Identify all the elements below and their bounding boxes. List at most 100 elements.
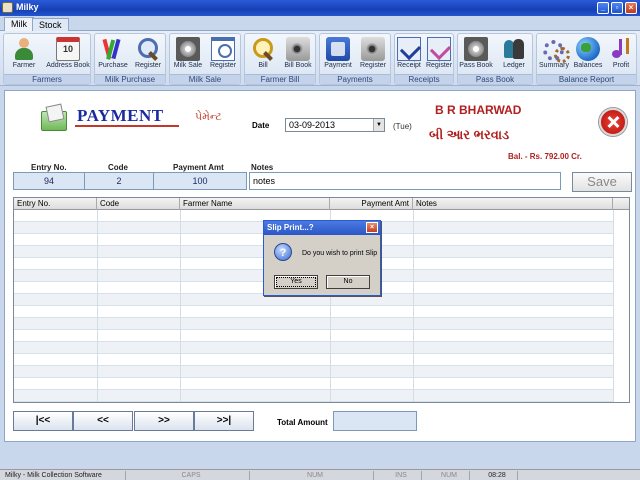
calendar-icon: 10 xyxy=(56,37,80,61)
farmer-label: Farmer xyxy=(12,62,36,69)
group-label-milk-sale: Milk Sale xyxy=(170,74,240,84)
bill-book-label: Bill Book xyxy=(284,62,312,69)
entry-no-field[interactable]: 94 xyxy=(13,172,85,190)
bill-button[interactable]: Bill xyxy=(245,35,281,74)
group-farmers: Farmer 10 Address Book Farmers xyxy=(3,33,91,85)
minimize-button[interactable]: _ xyxy=(597,2,609,14)
group-label-milk-purchase: Milk Purchase xyxy=(95,74,165,84)
col-notes[interactable]: Notes xyxy=(413,198,613,210)
payment-amt-label: Payment Amt xyxy=(173,163,224,172)
close-form-icon[interactable] xyxy=(599,108,627,136)
receipt-register-button[interactable]: Register xyxy=(423,35,455,74)
app-icon xyxy=(2,2,13,13)
status-app-name: Milky - Milk Collection Software xyxy=(2,471,126,480)
no-button[interactable]: No xyxy=(326,275,370,289)
purchase-label: Purchase xyxy=(98,62,128,69)
group-label-payments: Payments xyxy=(320,74,390,84)
total-amount-field xyxy=(333,411,417,431)
sale-register-label: Register xyxy=(209,62,237,69)
payment-button[interactable]: Payment xyxy=(320,35,356,74)
farmer-icon xyxy=(12,37,36,61)
page-title-gujarati: પેમેન્ટ xyxy=(195,111,222,123)
bill-book-button[interactable]: Bill Book xyxy=(280,35,316,74)
group-receipts: Receipt Register Receipts xyxy=(394,33,454,85)
balance-text: Bal. - Rs. 792.00 Cr. xyxy=(508,152,582,161)
pencils-icon xyxy=(101,37,125,61)
tab-stock[interactable]: Stock xyxy=(32,18,69,31)
previous-record-button[interactable]: << xyxy=(73,411,133,431)
summary-button[interactable]: Summary xyxy=(536,35,572,74)
first-record-button[interactable]: |<< xyxy=(13,411,73,431)
page-title: PAYMENT xyxy=(77,106,164,125)
group-label-balance-report: Balance Report xyxy=(537,74,636,84)
maximize-button[interactable]: ▫ xyxy=(611,2,623,14)
window-search-icon xyxy=(211,37,235,61)
ledger-label: Ledger xyxy=(503,62,525,69)
table-row[interactable] xyxy=(14,354,614,366)
dialog-close-button[interactable]: × xyxy=(366,222,378,233)
date-label: Date xyxy=(252,121,270,130)
status-ins: INS xyxy=(378,471,422,480)
profit-label: Profit xyxy=(612,62,630,69)
purchase-button[interactable]: Purchase xyxy=(95,35,131,74)
group-farmer-bill: Bill Bill Book Farmer Bill xyxy=(244,33,316,85)
dialog-title-text: Slip Print...? xyxy=(267,223,314,232)
ribbon: Farmer 10 Address Book Farmers Purchase … xyxy=(0,31,640,86)
group-payments: Payment Register Payments xyxy=(319,33,391,85)
window-title: Milky xyxy=(16,2,39,12)
dialog-title: Slip Print...? × xyxy=(264,221,380,235)
table-row[interactable] xyxy=(14,318,614,330)
code-field[interactable]: 2 xyxy=(84,172,154,190)
bill-label: Bill xyxy=(258,62,268,69)
profit-button[interactable]: Profit xyxy=(603,35,639,74)
col-payment-amt[interactable]: Payment Amt xyxy=(330,198,413,210)
status-bar: Milky - Milk Collection Software CAPS NU… xyxy=(0,469,640,480)
table-row[interactable] xyxy=(14,342,614,354)
purchase-register-button[interactable]: Register xyxy=(130,35,166,74)
table-row[interactable] xyxy=(14,330,614,342)
code-label: Code xyxy=(108,163,128,172)
grid-divider xyxy=(613,210,614,402)
dropdown-arrow-icon[interactable]: ▼ xyxy=(373,119,384,131)
owner-name-gujarati: બી આર ભરવાડ xyxy=(429,127,510,142)
save-button[interactable]: Save xyxy=(572,172,632,192)
magnifier-icon xyxy=(136,37,160,61)
table-row[interactable] xyxy=(14,390,614,402)
receipt-button[interactable]: Receipt xyxy=(393,35,425,74)
payment-register-label: Register xyxy=(359,62,387,69)
last-record-button[interactable]: >>| xyxy=(194,411,254,431)
grid-divider xyxy=(97,210,98,402)
calendar-day: 10 xyxy=(62,44,73,54)
receipt-label: Receipt xyxy=(397,62,421,69)
close-window-button[interactable]: × xyxy=(625,2,637,14)
col-farmer-name[interactable]: Farmer Name xyxy=(180,198,330,210)
sale-register-button[interactable]: Register xyxy=(205,35,241,74)
status-time: 08:28 xyxy=(474,471,518,480)
group-label-pass-book: Pass Book xyxy=(458,74,532,84)
next-record-button[interactable]: >> xyxy=(134,411,194,431)
date-picker[interactable]: 03-09-2013 ▼ xyxy=(285,118,385,132)
table-row[interactable] xyxy=(14,366,614,378)
payment-amt-field[interactable]: 100 xyxy=(153,172,247,190)
balances-button[interactable]: Balances xyxy=(570,35,606,74)
ledger-button[interactable]: Ledger xyxy=(496,35,532,74)
payment-register-button[interactable]: Register xyxy=(355,35,391,74)
dialog-message: Do you wish to print Slip xyxy=(302,250,378,257)
status-num: NUM xyxy=(254,471,374,480)
camera-icon xyxy=(286,37,310,61)
slip-print-dialog: Slip Print...? × ? Do you wish to print … xyxy=(263,220,381,296)
farmer-button[interactable]: Farmer xyxy=(6,35,42,74)
milk-sale-button[interactable]: Milk Sale xyxy=(170,35,206,74)
yes-button[interactable]: Yes xyxy=(274,275,318,289)
table-row[interactable] xyxy=(14,378,614,390)
total-amount-label: Total Amount xyxy=(277,418,328,427)
pass-book-button[interactable]: Pass Book xyxy=(458,35,494,74)
milk-sale-label: Milk Sale xyxy=(173,62,203,69)
table-row[interactable] xyxy=(14,306,614,318)
notes-field[interactable]: notes xyxy=(249,172,561,190)
people-icon xyxy=(502,37,526,61)
col-code[interactable]: Code xyxy=(97,198,180,210)
tab-milk[interactable]: Milk xyxy=(4,17,34,32)
address-book-button[interactable]: 10 Address Book xyxy=(46,35,90,74)
col-entry-no[interactable]: Entry No. xyxy=(14,198,97,210)
